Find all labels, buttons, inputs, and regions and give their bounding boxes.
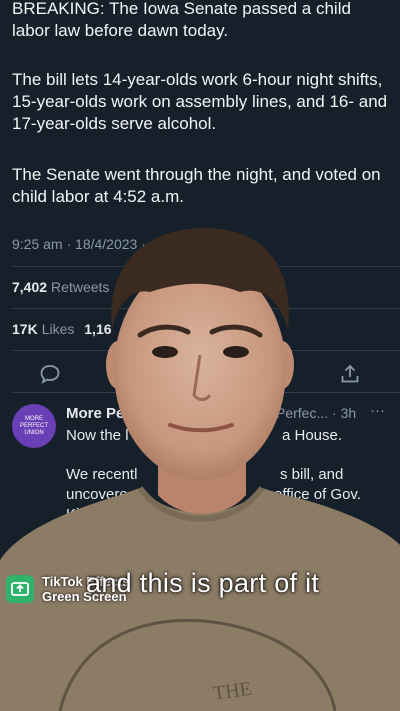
tweet-paragraph-1: BREAKING: The Iowa Senate passed a child… [12,0,351,40]
shirt-print-text: THE [212,678,254,705]
likes-count: 17K [12,321,38,337]
divider [12,350,400,351]
right-ear [270,341,294,389]
retweets-count: 7,402 [12,279,48,295]
reply-text-line: Now the l [66,427,129,444]
reply-text-line: s bill, and [280,466,344,483]
avatar[interactable]: MORE PERFECT UNION [12,404,56,448]
reply-icon[interactable] [38,362,62,386]
divider [12,266,400,267]
tweet-paragraph-3: The Senate went through the night, and v… [12,165,381,206]
retweets-label: Retweets [51,279,110,295]
divider [12,392,400,393]
right-eye [223,346,249,358]
reply-text-line: a House. [282,427,343,444]
likes-stat[interactable]: 17K Likes 1,16 [12,321,116,337]
left-eye [152,346,178,358]
reply-author-name[interactable]: More Pe [66,405,124,422]
reply-meta: Perfec... · 3h [276,405,357,421]
reply-text-line: uncovere [66,486,128,503]
avatar-logo-text: MORE PERFECT UNION [19,415,48,436]
left-eyebrow [137,324,191,338]
right-eyebrow [209,324,263,338]
likes-label: Likes [41,321,75,337]
tiktok-video-frame: BREAKING: The Iowa Senate passed a child… [0,0,400,711]
reply-text-line: office of Gov. [274,486,361,503]
left-ear [106,341,130,389]
tweet-timestamp: 9:25 am · 18/4/2023 · [12,236,146,252]
reply-text-line: Ki [66,506,80,523]
green-screen-icon [6,575,34,603]
retweets-stat[interactable]: 7,402 Retweets [12,279,109,295]
shirt-print [58,618,337,711]
tweet-paragraph-2: The bill lets 14-year-olds work 6-hour n… [12,70,388,133]
more-icon[interactable]: ··· [370,402,385,419]
share-icon[interactable] [338,362,362,386]
reply-text-line: We recentl [66,466,138,483]
video-caption: and this is part of it [86,568,320,598]
bookmarks-count: 1,16 [84,321,112,337]
reply-tweet[interactable]: MORE PERFECT UNION More Pe Perfec... · 3… [12,400,400,523]
divider [12,308,400,309]
